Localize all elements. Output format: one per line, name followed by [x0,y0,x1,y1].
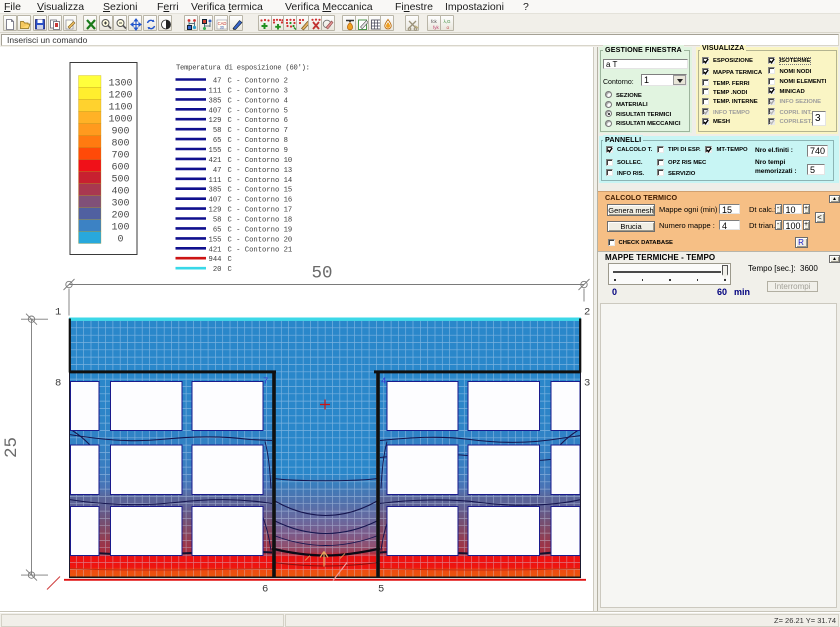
svg-text:1000: 1000 [108,114,132,125]
svg-text:385: 385 [209,97,222,105]
svg-text:α: α [446,25,449,30]
svg-text:20: 20 [213,266,222,274]
svg-text:λ,G: λ,G [443,19,451,24]
svg-text:C - Contorno 16: C - Contorno 16 [228,196,293,204]
svg-text:300: 300 [111,198,129,209]
svg-text:800: 800 [111,138,129,149]
svg-text:C - Contorno 7: C - Contorno 7 [228,127,288,135]
svg-text:Temperatura di esposizione (60: Temperatura di esposizione (60'): [176,64,310,72]
svg-text:500: 500 [111,174,129,185]
svg-text:111: 111 [209,87,222,95]
svg-text:50: 50 [311,263,332,283]
svg-text:47: 47 [213,77,222,85]
svg-text:C: C [228,266,233,274]
svg-text:C: C [228,256,233,264]
svg-text:65: 65 [213,226,222,234]
svg-text:C - Contorno 15: C - Contorno 15 [228,186,293,194]
svg-text:407: 407 [209,196,222,204]
svg-text:407: 407 [209,107,222,115]
svg-text:3: 3 [584,377,590,389]
svg-text:900: 900 [111,126,129,137]
svg-text:58: 58 [213,216,222,224]
svg-text:C - Contorno 13: C - Contorno 13 [228,166,293,174]
svg-text:C - Contorno 19: C - Contorno 19 [228,226,293,234]
svg-text:C - Contorno 5: C - Contorno 5 [228,107,288,115]
svg-text:944: 944 [209,256,222,264]
svg-text:421: 421 [209,156,222,164]
svg-text:C - Contorno 14: C - Contorno 14 [228,176,293,184]
svg-text:155: 155 [209,147,222,155]
svg-text:C - Contorno 8: C - Contorno 8 [228,137,288,145]
svg-text:47: 47 [213,166,222,174]
svg-text:111: 111 [209,176,222,184]
svg-text:200: 200 [111,210,129,221]
svg-text:C - Contorno 21: C - Contorno 21 [228,246,293,254]
svg-text:25: 25 [2,436,22,457]
svg-text:129: 129 [209,117,222,125]
svg-text:700: 700 [111,150,129,161]
svg-text:6: 6 [262,583,268,595]
svg-text:1200: 1200 [108,90,132,101]
svg-text:600: 600 [111,162,129,173]
svg-text:155: 155 [209,236,222,244]
svg-text:C - Contorno 6: C - Contorno 6 [228,117,288,125]
svg-text:C - Contorno 18: C - Contorno 18 [228,216,293,224]
svg-text:2: 2 [584,306,590,318]
svg-text:5: 5 [378,583,384,595]
svg-text:1300: 1300 [108,78,132,89]
svg-text:C - Contorno 17: C - Contorno 17 [228,206,293,214]
svg-text:65: 65 [213,137,222,145]
svg-text:8: 8 [55,377,61,389]
svg-text:1100: 1100 [108,102,132,113]
svg-text:3D: 3D [219,25,224,29]
svg-text:C - Contorno 4: C - Contorno 4 [228,97,288,105]
svg-text:7: 7 [263,376,268,386]
svg-text:4: 4 [381,376,386,386]
svg-text:100: 100 [111,222,129,233]
svg-text:fyk: fyk [433,25,440,30]
svg-text:129: 129 [209,206,222,214]
svg-text:385: 385 [209,186,222,194]
svg-text:421: 421 [209,246,222,254]
svg-text:C - Contorno 9: C - Contorno 9 [228,147,288,155]
svg-text:58: 58 [213,127,222,135]
svg-text:fck: fck [431,19,438,24]
svg-text:C - Contorno 3: C - Contorno 3 [228,87,288,95]
svg-text:1: 1 [55,306,61,318]
svg-text:C - Contorno 20: C - Contorno 20 [228,236,293,244]
svg-text:C - Contorno 10: C - Contorno 10 [228,156,293,164]
svg-text:C - Contorno 2: C - Contorno 2 [228,77,288,85]
svg-text:0: 0 [117,234,123,245]
svg-text:400: 400 [111,186,129,197]
